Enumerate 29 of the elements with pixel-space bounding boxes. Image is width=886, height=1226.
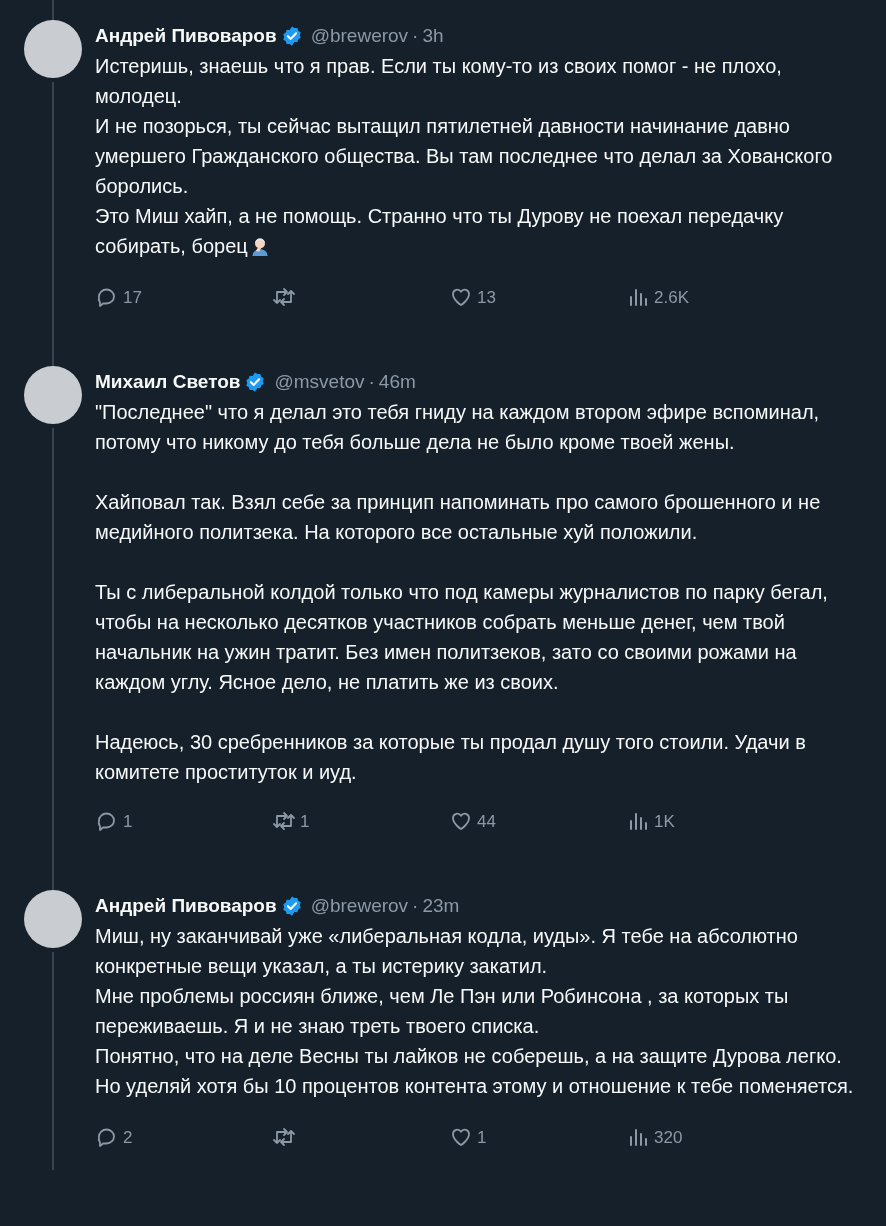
avatar-placeholder	[24, 366, 82, 424]
avatar-placeholder	[24, 20, 82, 78]
user-handle[interactable]: @brewerov	[310, 22, 409, 51]
views-button[interactable]: 2.6K	[626, 284, 803, 310]
author-name[interactable]: Андрей Пивоваров	[95, 892, 277, 921]
like-button[interactable]: 13	[449, 284, 626, 310]
timestamp[interactable]: 46m	[378, 368, 416, 397]
author-name[interactable]: Андрей Пивоваров	[95, 22, 277, 51]
reply-button[interactable]: 1	[95, 808, 272, 834]
user-handle[interactable]: @brewerov	[310, 892, 409, 921]
user-handle[interactable]: @msvetov	[274, 368, 365, 397]
timestamp[interactable]: 3h	[422, 22, 444, 51]
like-button[interactable]: 1	[449, 1124, 626, 1150]
tweet-text: "Последнее" что я делал это тебя гниду на каждом втором эфире вспоминал, потому что никому до тебя больше дела не было кроме твоей жены. Хайповал так. Взял себе за принцип напоминать про самого брошенного и не медийного политзека. На которого все остальные хуй положили. Ты с либеральной колдой только что под камеры журналистов по парку бегал, чтобы на несколько десятков участников собрать меньше денег, чем твой начальник на ужин тратит. Без имен политзеков, зато со своими рожами на каждом углу. Ясное дело, не платить же из своих. Надеюсь, 30 сребренников за которые ты продал душу того стоили. Удачи в комитете проституток и иуд.	[95, 399, 829, 785]
like-button[interactable]: 44	[449, 808, 626, 834]
reply-button[interactable]: 17	[95, 284, 272, 310]
tweet-text: Миш, ну заканчивай уже «либеральная кодла, иуды». Я тебе на абсолютно конкретные вещи указал, а ты истерику закатил. Мне проблемы россиян ближе, чем Ле Пэн или Робинсона , за которых ты переживаешь. Я и не знаю треть твоего списка. Понятно, что на деле Весны ты лайков не соберешь, а на защите Дурова легко. Но уделяй хотя бы 10 процентов контента этому и отношение к тебе поменяется.	[95, 923, 855, 1099]
author-name[interactable]: Михаил Светов	[95, 368, 241, 397]
timestamp[interactable]: 23m	[422, 892, 460, 921]
reply-button[interactable]: 2	[95, 1124, 272, 1150]
tweet-text: Истеришь, знаешь что я прав. Если ты кому-то из своих помог - не плохо, молодец. И не позорься, ты сейчас вытащил пятилетней давности начинание давно умершего Гражданского общества. Вы там последнее что делал за Хованского боролись. Это Миш хайп, а не помощь. Странно что ты Дурову не поехал передачку собирать, борец	[95, 53, 834, 259]
thread-line	[52, 0, 54, 20]
retweet-button[interactable]: 1	[272, 808, 449, 834]
separator-dot: ·	[368, 370, 375, 394]
views-button[interactable]: 1K	[626, 808, 803, 834]
separator-dot: ·	[412, 24, 419, 48]
views-button[interactable]: 320	[626, 1124, 803, 1150]
avatar-placeholder	[24, 890, 82, 948]
separator-dot: ·	[412, 894, 419, 918]
